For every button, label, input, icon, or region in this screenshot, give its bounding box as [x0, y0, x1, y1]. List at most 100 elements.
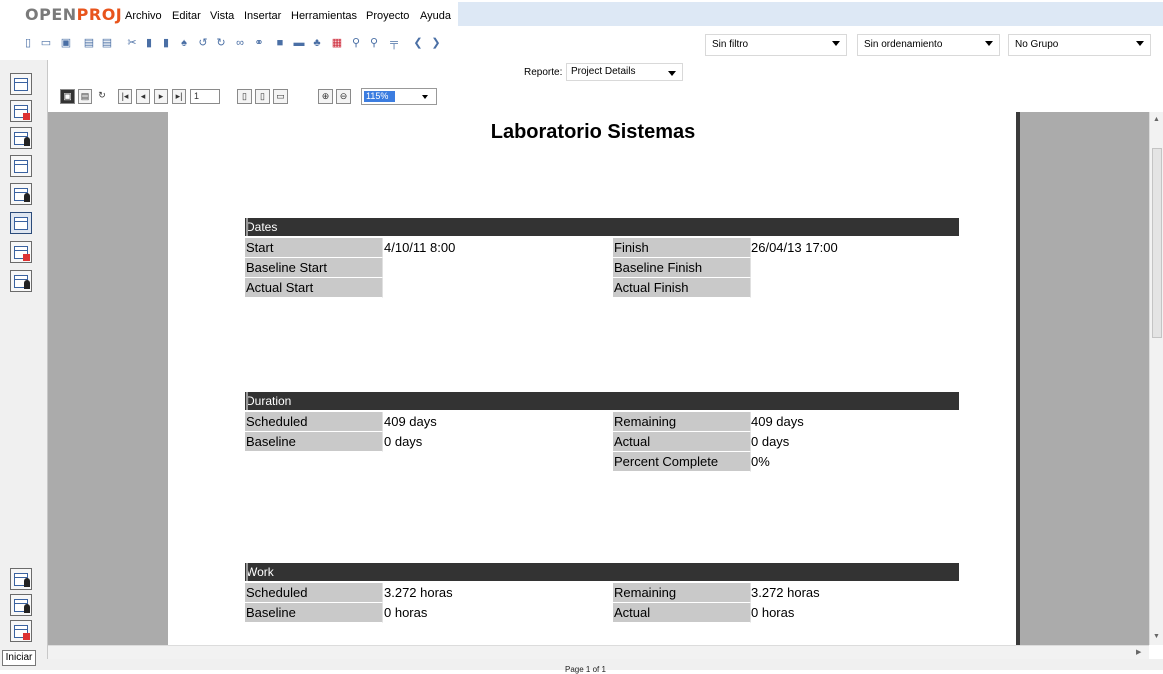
open-icon[interactable]: ▭: [40, 37, 52, 49]
report-select[interactable]: Project Details: [566, 63, 683, 81]
menu-vista[interactable]: Vista: [210, 10, 234, 22]
app-logo: OPENPROJ: [25, 5, 122, 24]
print-report-button[interactable]: ▤: [78, 89, 92, 104]
undo-icon[interactable]: ↺: [197, 37, 209, 49]
sidebar-charts-button[interactable]: [10, 594, 32, 616]
duration-scheduled-value: 409 days: [384, 414, 437, 429]
sidebar-gantt-button[interactable]: [10, 73, 32, 95]
menu-archivo[interactable]: Archivo: [125, 10, 162, 22]
menu-herramientas[interactable]: Herramientas: [291, 10, 357, 22]
first-page-icon: |◂: [121, 91, 129, 101]
sidebar-wbs-button[interactable]: [10, 155, 32, 177]
last-page-button[interactable]: ▸|: [172, 89, 186, 104]
header-edge: [246, 563, 248, 581]
work-actual-label: Actual: [613, 603, 751, 623]
calendar-icon[interactable]: ▦: [331, 37, 343, 49]
report-label: Reporte:: [524, 67, 563, 78]
redo-icon[interactable]: ↻: [215, 37, 227, 49]
filter-select[interactable]: Sin filtro: [705, 34, 847, 56]
print-icon[interactable]: ▤: [83, 37, 95, 49]
report-page: Laboratorio Sistemas Dates Start 4/10/11…: [168, 112, 1020, 645]
menu-editar[interactable]: Editar: [172, 10, 201, 22]
horizontal-scrollbar[interactable]: ▶: [48, 645, 1149, 660]
red-marker-icon: [23, 113, 30, 120]
sort-select[interactable]: Sin ordenamiento: [857, 34, 1000, 56]
person-icon: [24, 280, 30, 289]
group-value: No Grupo: [1015, 39, 1059, 50]
unlink-icon[interactable]: ⚭: [253, 37, 265, 49]
page-number-input[interactable]: 1: [190, 89, 220, 104]
dates-header-text: Dates: [246, 220, 278, 234]
link-icon[interactable]: ∞: [234, 37, 246, 49]
report-canvas[interactable]: Laboratorio Sistemas Dates Start 4/10/11…: [48, 112, 1149, 645]
menu-proyecto[interactable]: Proyecto: [366, 10, 409, 22]
chevron-down-icon: [422, 95, 428, 99]
sidebar-resource-usage-button[interactable]: [10, 270, 32, 292]
sidebar-network-button[interactable]: [10, 100, 32, 122]
copy-icon[interactable]: ▮: [143, 37, 155, 49]
notes-icon[interactable]: ▬: [293, 37, 305, 49]
gantt-icon: [14, 78, 28, 91]
fit-width-button[interactable]: ▭: [273, 89, 288, 104]
zoom-out-icon[interactable]: ⚲: [368, 37, 380, 49]
first-page-button[interactable]: |◂: [118, 89, 132, 104]
duration-section-header: Duration: [245, 392, 959, 410]
sort-value: Sin ordenamiento: [864, 39, 943, 50]
paste-icon[interactable]: ▮: [160, 37, 172, 49]
chevron-down-icon: [985, 41, 993, 46]
work-remaining-label: Remaining: [613, 583, 751, 603]
menu-ayuda[interactable]: Ayuda: [420, 10, 451, 22]
page-icon: ▯: [242, 91, 247, 101]
filter-icon[interactable]: ╤: [388, 37, 400, 49]
zoom-in-button[interactable]: ⊕: [318, 89, 333, 104]
zoom-in-icon: ⊕: [321, 91, 330, 101]
last-page-icon: ▸|: [175, 91, 183, 101]
find-icon[interactable]: ♠: [178, 37, 190, 49]
sidebar-rbs-button[interactable]: [10, 183, 32, 205]
zoom-out-button[interactable]: ⊖: [336, 89, 351, 104]
actual-size-button[interactable]: ▯: [237, 89, 252, 104]
sidebar-task-usage-detail-button[interactable]: [10, 620, 32, 642]
zoom-in-icon[interactable]: ⚲: [350, 37, 362, 49]
red-x-icon: [23, 633, 30, 640]
menu-insertar[interactable]: Insertar: [244, 10, 281, 22]
scroll-right-icon[interactable]: ▶: [1136, 648, 1141, 656]
percent-complete-value: 0%: [751, 454, 770, 469]
logo-open-text: OPEN: [25, 5, 77, 24]
scroll-right-icon[interactable]: ❯: [430, 37, 442, 49]
sidebar-resources-button[interactable]: [10, 127, 32, 149]
group-select[interactable]: No Grupo: [1008, 34, 1151, 56]
sidebar-histogram-button[interactable]: [10, 568, 32, 590]
new-icon[interactable]: ▯: [22, 37, 34, 49]
person-icon: [24, 137, 30, 146]
work-remaining-value: 3.272 horas: [751, 585, 820, 600]
next-page-button[interactable]: ▸: [154, 89, 168, 104]
prev-page-button[interactable]: ◂: [136, 89, 150, 104]
refresh-report-button[interactable]: ↻: [95, 89, 109, 104]
chevron-down-icon: [832, 41, 840, 46]
duration-baseline-value: 0 days: [384, 434, 423, 449]
scrollbar-thumb[interactable]: [1152, 148, 1162, 338]
print-preview-icon[interactable]: ▤: [101, 37, 113, 49]
resource-icon[interactable]: ♣: [311, 37, 323, 49]
start-value: 4/10/11 8:00: [384, 240, 456, 255]
task-info-icon[interactable]: ■: [274, 37, 286, 49]
start-label: Start: [245, 238, 383, 258]
baseline-finish-label: Baseline Finish: [613, 258, 751, 278]
scroll-up-icon[interactable]: ▲: [1153, 116, 1160, 123]
scroll-left-icon[interactable]: ❮: [412, 37, 424, 49]
dates-section-header: Dates: [245, 218, 959, 236]
save-icon[interactable]: ▣: [60, 37, 72, 49]
duration-actual-value: 0 days: [751, 434, 790, 449]
baseline-start-label: Baseline Start: [245, 258, 383, 278]
finish-value: 26/04/13 17:00: [751, 240, 838, 255]
sidebar-task-usage-button[interactable]: [10, 241, 32, 263]
menu-bar-background: [458, 2, 1163, 26]
scroll-down-icon[interactable]: ▼: [1153, 633, 1160, 640]
save-report-button[interactable]: ▣: [60, 89, 75, 104]
vertical-scrollbar[interactable]: ▲ ▼: [1149, 112, 1163, 645]
sidebar-report-button[interactable]: [10, 212, 32, 234]
zoom-select[interactable]: 115%: [361, 88, 437, 105]
fit-page-button[interactable]: ▯: [255, 89, 270, 104]
cut-icon[interactable]: ✂: [126, 37, 138, 49]
